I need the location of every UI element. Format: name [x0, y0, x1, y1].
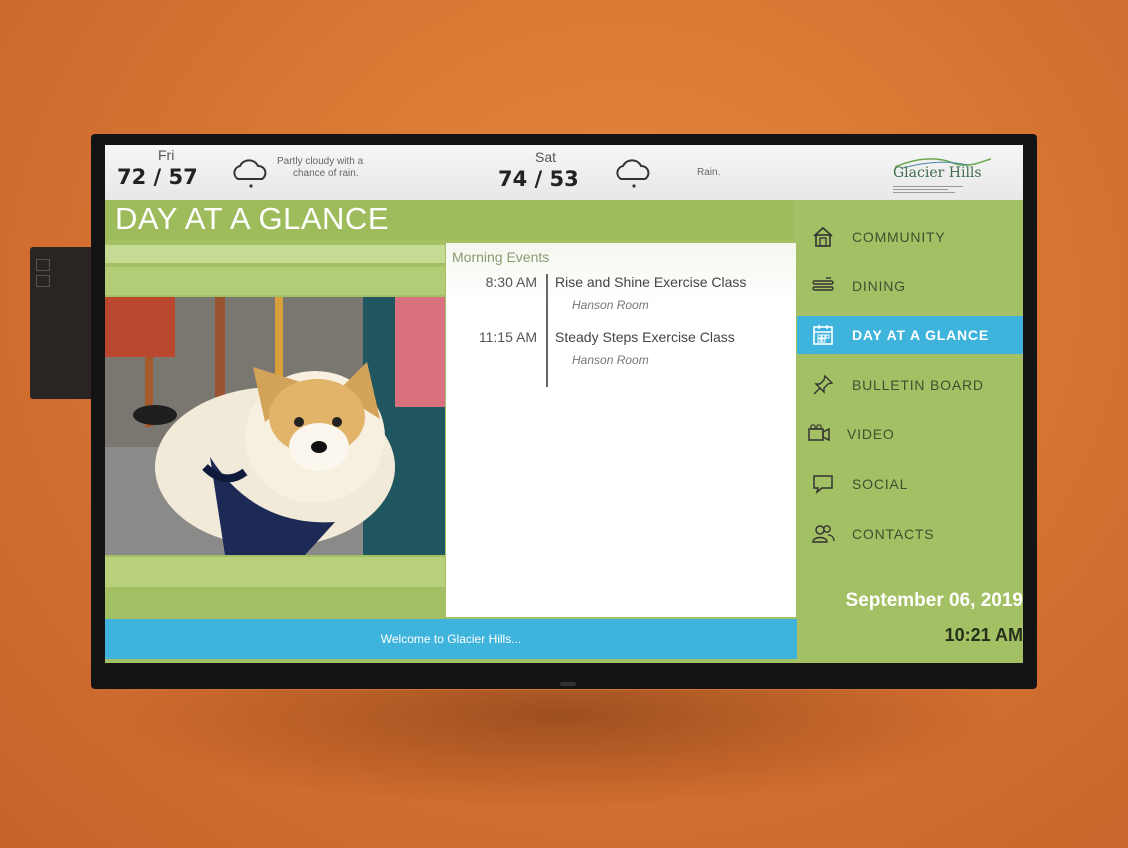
deco-band [105, 557, 445, 587]
house-icon [813, 226, 833, 247]
nav-label-bulletin-board: BULLETIN BOARD [852, 377, 984, 393]
weather-bar: Fri 72 / 57 Partly cloudy with a chance … [105, 145, 1023, 200]
utensils-icon [812, 277, 834, 291]
pushpin-icon [813, 374, 834, 395]
nav-label-social: SOCIAL [852, 476, 909, 492]
nav-label-day-at-a-glance: DAY AT A GLANCE [852, 327, 989, 343]
calendar-icon [813, 325, 833, 345]
ticker-text: Welcome to Glacier Hills... [380, 632, 522, 646]
video-camera-icon [808, 424, 830, 442]
nav-label-contacts: CONTACTS [852, 526, 935, 542]
weather-day-2: Sat [535, 149, 557, 165]
event-location: Hanson Room [572, 353, 649, 367]
current-date: September 06, 2019 [845, 590, 1023, 611]
nav-item-day-at-a-glance[interactable]: DAY AT A GLANCE [797, 316, 1023, 354]
weather-day-1: Fri [158, 147, 175, 163]
nav-item-contacts[interactable]: CONTACTS [797, 515, 1023, 553]
weather-desc-2: Rain. [697, 167, 721, 178]
weather-temps-1: 72 / 57 [117, 165, 198, 189]
dog-photo [105, 297, 445, 555]
nav-item-video[interactable]: VIDEO [797, 415, 1023, 453]
deco-band [105, 267, 445, 295]
current-time: 10:21 AM [944, 625, 1023, 645]
event-title[interactable]: Steady Steps Exercise Class [555, 329, 735, 345]
nav-label-dining: DINING [852, 278, 906, 294]
events-divider [546, 274, 548, 387]
events-heading: Morning Events [452, 249, 550, 265]
event-title[interactable]: Rise and Shine Exercise Class [555, 274, 746, 290]
page-title: DAY AT A GLANCE [115, 201, 389, 236]
nav-label-video: VIDEO [847, 426, 895, 442]
nav-item-community[interactable]: COMMUNITY [797, 218, 1023, 256]
event-location: Hanson Room [572, 298, 649, 312]
deco-band [105, 591, 445, 617]
tv-shadow [110, 690, 1010, 810]
news-ticker: Welcome to Glacier Hills... [105, 619, 797, 659]
weather-desc-1a: Partly cloudy with a [277, 156, 364, 167]
nav-item-social[interactable]: SOCIAL [797, 465, 1023, 503]
chat-bubble-icon [813, 475, 833, 494]
weather-temps-2: 74 / 53 [498, 167, 579, 191]
nav-item-bulletin-board[interactable]: BULLETIN BOARD [797, 366, 1023, 404]
weather-desc-1b: chance of rain. [293, 168, 359, 179]
people-icon [812, 525, 835, 543]
display-screen: Fri 72 / 57 Partly cloudy with a chance … [105, 145, 1023, 663]
event-time: 11:15 AM [478, 329, 537, 345]
nav-item-dining[interactable]: DINING [797, 267, 1023, 305]
glacier-hills-logo: Glacier Hills [875, 153, 1015, 197]
title-bar: DAY AT A GLANCE [105, 200, 793, 240]
nav-label-community: COMMUNITY [852, 229, 946, 245]
event-time: 8:30 AM [485, 274, 537, 290]
logo-subtext [893, 185, 983, 193]
deco-band [105, 245, 445, 263]
tv-power-led [560, 682, 576, 686]
cloud-rain-icon [616, 159, 650, 188]
logo-text: Glacier Hills [893, 165, 982, 181]
events-panel: Morning Events 8:30 AM Rise and Shine Ex… [446, 243, 796, 617]
cloud-rain-icon [233, 159, 267, 188]
